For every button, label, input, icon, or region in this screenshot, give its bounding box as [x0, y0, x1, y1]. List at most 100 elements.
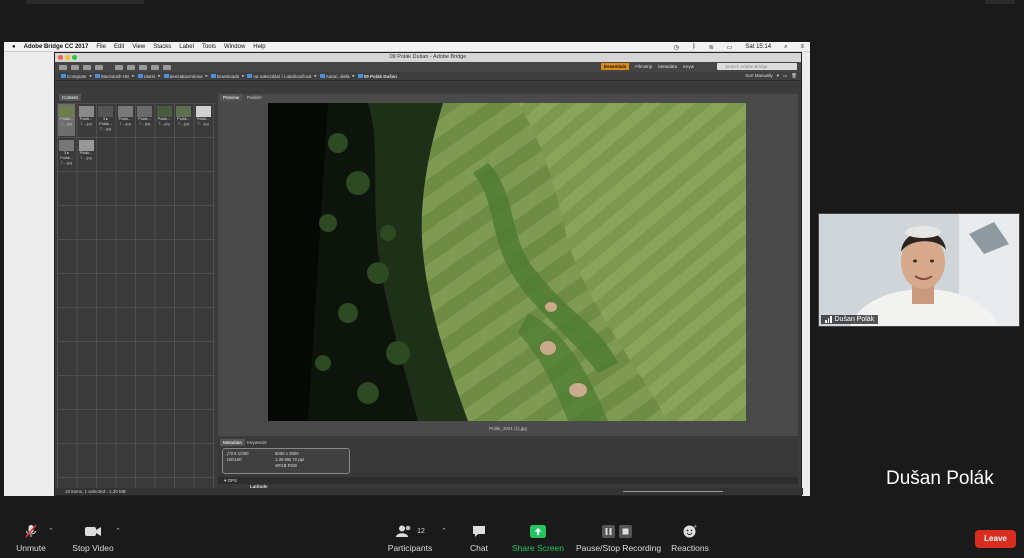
- chevron-down-icon[interactable]: ▾: [777, 73, 779, 79]
- leave-button[interactable]: Leave: [975, 530, 1016, 548]
- pause-stop-recording-button[interactable]: Pause/Stop Recording: [576, 524, 661, 553]
- thumbnail-image: [59, 140, 74, 151]
- menu-file[interactable]: File: [96, 44, 106, 50]
- control-center-icon[interactable]: ≡: [800, 44, 804, 50]
- unmute-button[interactable]: Unmute: [14, 524, 48, 553]
- pause-icon: [602, 524, 615, 538]
- recent-icon[interactable]: [83, 64, 91, 70]
- breadcrumb-macintosh-hd[interactable]: Macintosh HD: [95, 74, 129, 79]
- bridge-status-bar: 10 items, 1 selected - 1.30 MB: [55, 488, 803, 495]
- workspace-metadata[interactable]: Metadata: [658, 64, 677, 69]
- thumbnail-item[interactable]: 3 ▸ Polák... 7....jpg: [58, 138, 75, 170]
- breadcrumb-computer[interactable]: Computer: [61, 74, 87, 79]
- boomerang-icon[interactable]: [95, 64, 103, 70]
- menu-window[interactable]: Window: [224, 44, 245, 50]
- thumbnail-extension: 7....jpg: [80, 156, 92, 160]
- thumbnail-image: [176, 106, 191, 117]
- search-icon[interactable]: ⌕: [784, 44, 787, 51]
- close-window-icon[interactable]: [58, 55, 63, 60]
- zoom-window-icon[interactable]: [72, 55, 77, 60]
- gps-section-header[interactable]: ▾ GPS: [218, 477, 798, 484]
- menu-edit[interactable]: Edit: [114, 44, 124, 50]
- thumbnail-item[interactable]: Polák... 7....jpg: [195, 104, 212, 136]
- adobe-bridge-window: 09 Polák Dušan - Adobe Bridge Essentials…: [54, 52, 803, 496]
- chat-bubble-icon: [473, 525, 485, 537]
- breadcrumb-current[interactable]: 09 Polák Dušan: [357, 74, 397, 79]
- top-right-segment: [985, 0, 1015, 4]
- tab-keywords[interactable]: Keywords: [244, 439, 270, 446]
- bridge-search-input[interactable]: Search Adobe Bridge: [717, 63, 797, 70]
- camera-icon[interactable]: [115, 64, 123, 70]
- breadcrumb-user-home[interactable]: terezakacmirova: [163, 74, 203, 79]
- share-screen-label: Share Screen: [512, 543, 564, 553]
- workspace-keywords[interactable]: Keyw: [683, 64, 694, 69]
- app-menu-name[interactable]: Adobe Bridge CC 2017: [24, 44, 89, 50]
- ppi-value: 72 ppi: [292, 457, 304, 462]
- folder-nav-icon[interactable]: [71, 64, 79, 70]
- thumbnail-image: [78, 106, 94, 117]
- thumbnail-item[interactable]: 3 ▸ Polák... 7....jpg: [97, 104, 114, 136]
- breadcrumb-users[interactable]: Users: [137, 74, 155, 79]
- thumbnail-item[interactable]: Polák... 7....jpg: [117, 104, 134, 136]
- thumbnail-item[interactable]: Polák... 7....jpg: [78, 138, 95, 170]
- menu-view[interactable]: View: [132, 44, 145, 50]
- wifi-icon[interactable]: ≋: [709, 44, 714, 51]
- open-in-icon[interactable]: [139, 64, 147, 70]
- battery-icon[interactable]: ▭: [727, 44, 733, 51]
- tab-preview[interactable]: Preview: [220, 94, 243, 101]
- new-folder-icon[interactable]: ▭: [783, 73, 787, 79]
- tab-publish[interactable]: Publish: [244, 94, 265, 101]
- thumbnail-item[interactable]: Polák... 7....jpg: [156, 104, 173, 136]
- menu-help[interactable]: Help: [253, 44, 265, 50]
- tab-metadata[interactable]: Metadata: [220, 439, 245, 446]
- participants-options-chevron-icon[interactable]: ⌃: [441, 527, 447, 535]
- svg-text:+: +: [693, 524, 697, 530]
- thumbnail-item[interactable]: Polák... 7....jpg: [136, 104, 153, 136]
- video-options-chevron-icon[interactable]: ⌃: [115, 527, 121, 535]
- shutter-value: 1/300: [237, 451, 249, 456]
- thumbnail-extension: 7....jpg: [119, 122, 131, 126]
- participants-button[interactable]: 12 Participants: [386, 524, 434, 553]
- file-size-value: 1.30 MB: [275, 457, 292, 462]
- time-machine-icon[interactable]: ◷: [674, 44, 679, 51]
- tab-content[interactable]: Content: [59, 94, 81, 101]
- path-breadcrumb: Computer ▸ Macintosh HD ▸ Users ▸ terezakac…: [55, 72, 801, 81]
- stop-video-label: Stop Video: [72, 543, 114, 553]
- audio-options-chevron-icon[interactable]: ⌃: [48, 527, 54, 535]
- workspace-filmstrip[interactable]: Filmstrip: [635, 64, 652, 69]
- breadcrumb-submission[interactable]: na odevzdání / Lukašovičová: [247, 74, 311, 79]
- trash-icon[interactable]: 🗑: [791, 73, 797, 79]
- stop-video-button[interactable]: Stop Video: [72, 524, 114, 553]
- breadcrumb-downloads[interactable]: Downloads: [210, 74, 239, 79]
- bluetooth-icon[interactable]: ᛒ: [692, 44, 696, 50]
- menu-tools[interactable]: Tools: [202, 44, 216, 50]
- thumbnail-item[interactable]: Polák... 7....jpg: [175, 104, 192, 136]
- breadcrumb-authors[interactable]: Autori, diela: [319, 74, 349, 79]
- rotate-left-icon[interactable]: [151, 64, 159, 70]
- aerial-golf-course-image: [268, 103, 746, 421]
- menu-clock[interactable]: Sat 15:14: [745, 44, 771, 50]
- apple-icon[interactable]: ●: [12, 44, 16, 50]
- menu-label[interactable]: Label: [179, 44, 194, 50]
- minimize-window-icon[interactable]: [65, 55, 70, 60]
- refine-icon[interactable]: [127, 64, 135, 70]
- rotate-right-icon[interactable]: [163, 64, 171, 70]
- colorspace-value: sRGB: [275, 463, 287, 468]
- thumbnail-item[interactable]: Polák... 7....jpg: [78, 104, 95, 136]
- chat-button[interactable]: Chat: [466, 524, 492, 553]
- thumbnail-image: [195, 106, 211, 117]
- menu-stacks[interactable]: Stacks: [153, 44, 171, 50]
- bridge-title-bar: 09 Polák Dušan - Adobe Bridge: [55, 53, 801, 62]
- thumbnail-size-slider[interactable]: [623, 491, 723, 492]
- thumbnail-item[interactable]: Polák... 7....jpg: [58, 104, 75, 136]
- sort-manually-dropdown[interactable]: Sort Manually: [745, 73, 773, 79]
- bridge-toolbar: Essentials Filmstrip Metadata Keyw Searc…: [55, 62, 801, 72]
- reactions-button[interactable]: + Reactions: [670, 524, 710, 553]
- color-mode-value: RGB: [287, 463, 297, 468]
- share-screen-icon: [530, 524, 546, 538]
- preview-image[interactable]: [268, 103, 746, 421]
- share-screen-button[interactable]: Share Screen: [512, 524, 564, 553]
- participant-video-tile[interactable]: Dušan Polák: [818, 213, 1020, 327]
- workspace-essentials[interactable]: Essentials: [601, 63, 630, 70]
- back-forward-icon[interactable]: [59, 64, 67, 70]
